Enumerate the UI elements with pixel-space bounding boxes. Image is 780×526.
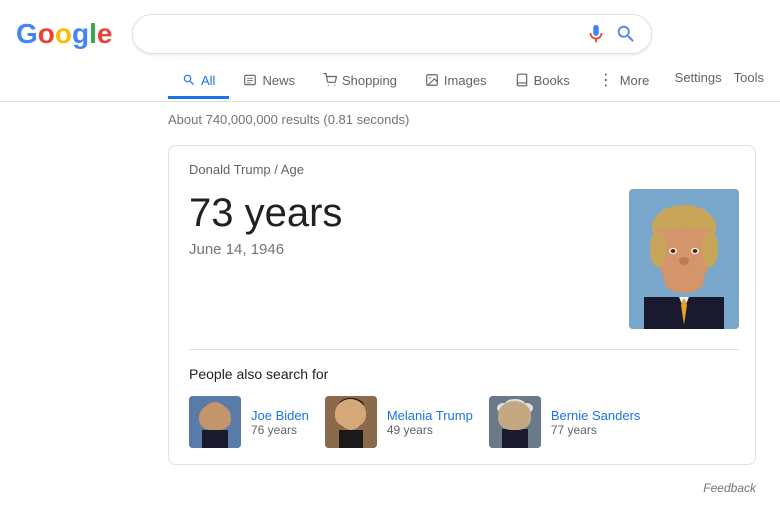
sanders-info: Bernie Sanders 77 years [551, 408, 641, 437]
nav-settings: Settings Tools [675, 70, 780, 93]
search-bar[interactable]: how old is trump [132, 14, 652, 54]
biden-info: Joe Biden 76 years [251, 408, 309, 437]
more-dots-icon: ⋮ [598, 70, 615, 90]
nav-all-label: All [201, 73, 215, 88]
biden-photo [189, 396, 241, 448]
nav-item-shopping[interactable]: Shopping [309, 65, 411, 99]
microphone-icon[interactable] [585, 23, 607, 45]
news-nav-icon [243, 73, 257, 87]
books-nav-icon [515, 73, 529, 87]
feedback-link[interactable]: Feedback [703, 481, 756, 495]
nav-item-books[interactable]: Books [501, 65, 584, 99]
nav-bar: All News Shopping Images Books [0, 54, 780, 102]
age-info: 73 years June 14, 1946 [189, 189, 629, 258]
age-number: 73 years [189, 189, 629, 237]
nav-item-all[interactable]: All [168, 65, 229, 99]
people-list: Joe Biden 76 years [189, 396, 739, 448]
breadcrumb-link[interactable]: Donald Trump [189, 162, 271, 177]
sanders-age: 77 years [551, 423, 641, 437]
shopping-nav-icon [323, 73, 337, 87]
birth-date: June 14, 1946 [189, 241, 629, 258]
age-content: 73 years June 14, 1946 [189, 189, 739, 329]
feedback-section: Feedback [0, 473, 780, 499]
sanders-name: Bernie Sanders [551, 408, 641, 423]
sanders-photo [489, 396, 541, 448]
person-card-biden[interactable]: Joe Biden 76 years [189, 396, 309, 448]
nav-shopping-label: Shopping [342, 73, 397, 88]
search-icon[interactable] [615, 23, 637, 45]
knowledge-panel: Donald Trump / Age 73 years June 14, 194… [168, 145, 756, 465]
tools-link[interactable]: Tools [734, 70, 764, 85]
breadcrumb: Donald Trump / Age [189, 162, 739, 177]
search-nav-icon [182, 73, 196, 87]
melania-age: 49 years [387, 423, 473, 437]
nav-item-news[interactable]: News [229, 65, 309, 99]
melania-info: Melania Trump 49 years [387, 408, 473, 437]
breadcrumb-current: Age [281, 162, 304, 177]
melania-name: Melania Trump [387, 408, 473, 423]
settings-link[interactable]: Settings [675, 70, 722, 85]
biden-name: Joe Biden [251, 408, 309, 423]
images-nav-icon [425, 73, 439, 87]
person-card-melania[interactable]: Melania Trump 49 years [325, 396, 473, 448]
nav-images-label: Images [444, 73, 487, 88]
nav-news-label: News [262, 73, 295, 88]
people-also-search: People also search for Joe Biden 7 [189, 349, 739, 448]
nav-item-images[interactable]: Images [411, 65, 501, 99]
people-search-title: People also search for [189, 366, 739, 382]
melania-photo [325, 396, 377, 448]
nav-books-label: Books [534, 73, 570, 88]
nav-item-more[interactable]: ⋮ More [584, 62, 664, 101]
result-count: About 740,000,000 results (0.81 seconds) [0, 102, 780, 137]
search-input[interactable]: how old is trump [147, 25, 577, 43]
biden-age: 76 years [251, 423, 309, 437]
google-logo: Google [16, 18, 112, 50]
nav-more-label: More [620, 73, 650, 88]
trump-photo [629, 189, 739, 329]
person-card-sanders[interactable]: Bernie Sanders 77 years [489, 396, 641, 448]
header: Google how old is trump [0, 0, 780, 54]
